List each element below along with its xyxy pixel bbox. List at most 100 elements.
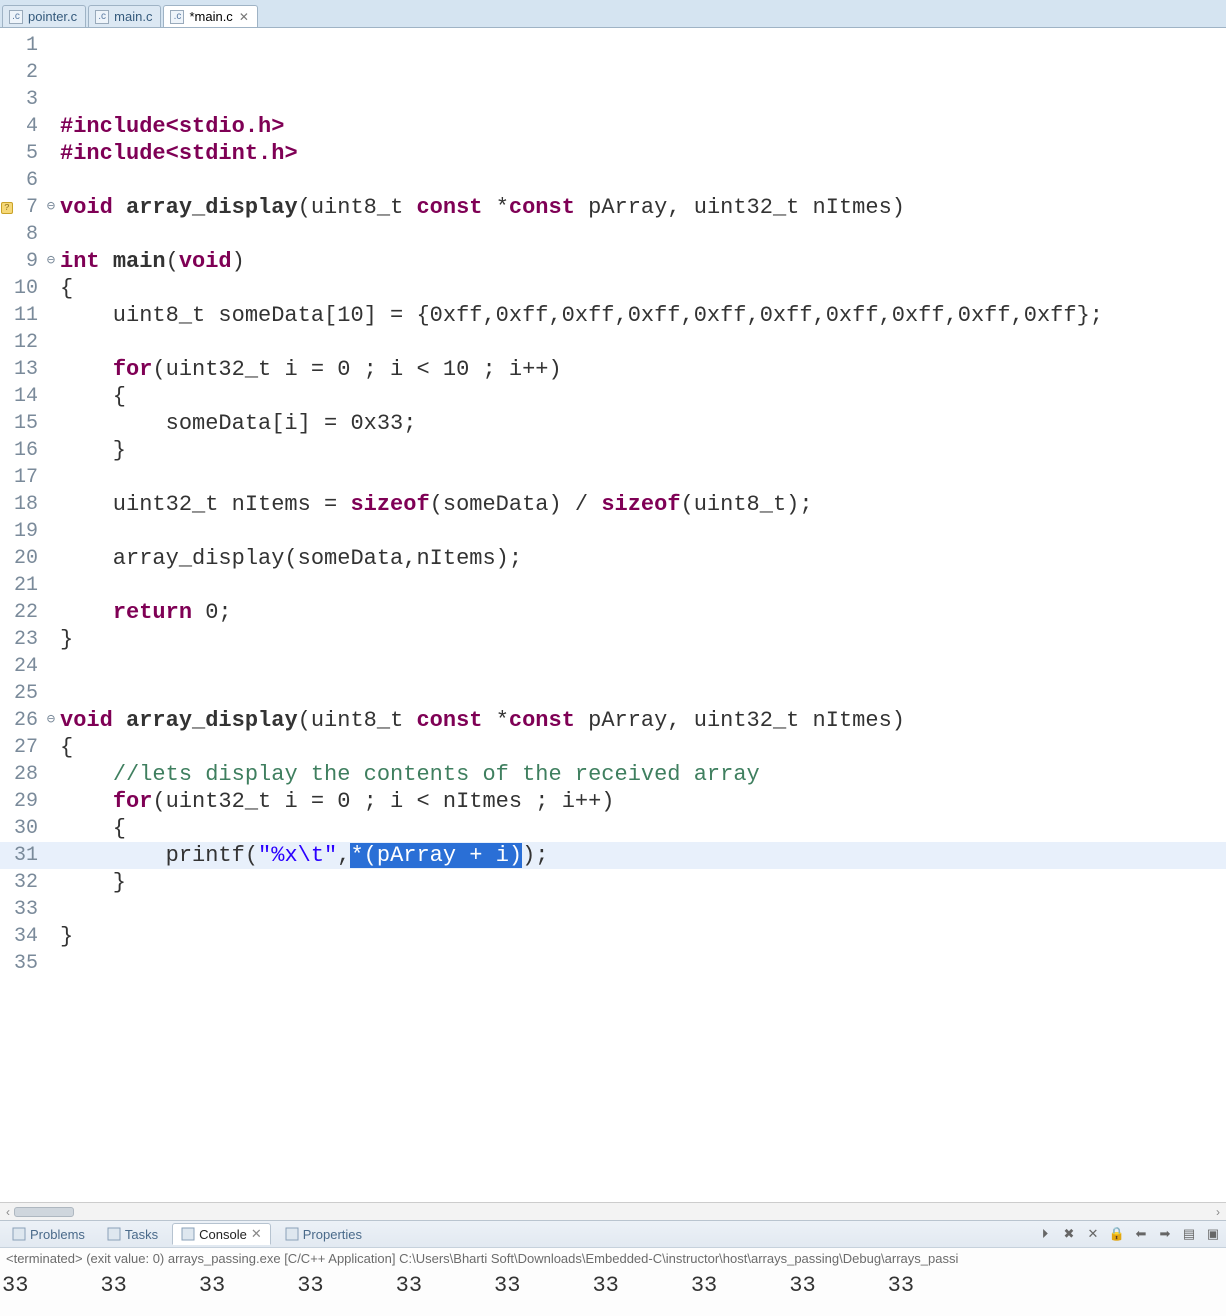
code-content[interactable] [58,950,60,977]
bottom-tab-tasks[interactable]: Tasks [99,1225,166,1244]
code-editor[interactable]: 1234#include<stdio.h>5#include<stdint.h>… [0,28,1226,1202]
code-line[interactable]: 2 [0,59,1226,86]
fold-toggle[interactable]: ⊖ [44,194,58,221]
editor-tab-0[interactable]: .cpointer.c [2,5,86,27]
editor-tab-1[interactable]: .cmain.c [88,5,161,27]
code-content[interactable] [58,518,60,545]
code-line[interactable]: 4#include<stdio.h> [0,113,1226,140]
close-icon[interactable]: ✕ [239,10,249,24]
code-content[interactable] [58,86,60,113]
code-content[interactable]: { [58,734,73,761]
code-line[interactable]: 22 return 0; [0,599,1226,626]
code-line[interactable]: 5#include<stdint.h> [0,140,1226,167]
code-content[interactable]: #include<stdio.h> [58,113,284,140]
code-content[interactable]: { [58,275,73,302]
bottom-tab-problems[interactable]: Problems [4,1225,93,1244]
gutter-marker [0,275,14,302]
code-line[interactable]: 24 [0,653,1226,680]
code-content[interactable]: } [58,923,73,950]
code-line[interactable]: 27{ [0,734,1226,761]
code-content[interactable] [58,59,60,86]
code-content[interactable] [58,896,60,923]
code-line[interactable]: 29 for(uint32_t i = 0 ; i < nItmes ; i++… [0,788,1226,815]
next-icon[interactable]: ➡ [1156,1225,1174,1243]
code-content[interactable]: printf("%x\t",*(pArray + i)); [58,842,549,869]
code-line[interactable]: 35 [0,950,1226,977]
code-line[interactable]: 28 //lets display the contents of the re… [0,761,1226,788]
code-content[interactable]: #include<stdint.h> [58,140,298,167]
code-line[interactable]: 20 array_display(someData,nItems); [0,545,1226,572]
bottom-tab-properties[interactable]: Properties [277,1225,370,1244]
code-content[interactable]: uint32_t nItems = sizeof(someData) / siz… [58,491,813,518]
code-content[interactable]: return 0; [58,599,232,626]
fold-toggle[interactable]: ⊖ [44,248,58,275]
code-content[interactable] [58,221,60,248]
console-value: 33 [100,1273,126,1298]
close-icon[interactable]: ✕ [251,1226,262,1242]
remove-all-icon[interactable]: ✖ [1060,1225,1078,1243]
code-line[interactable]: 31 printf("%x\t",*(pArray + i)); [0,842,1226,869]
code-line[interactable]: 30 { [0,815,1226,842]
code-content[interactable] [58,653,60,680]
code-content[interactable]: uint8_t someData[10] = {0xff,0xff,0xff,0… [58,302,1103,329]
prev-icon[interactable]: ⬅ [1132,1225,1150,1243]
code-line[interactable]: 1 [0,32,1226,59]
code-line[interactable]: 18 uint32_t nItems = sizeof(someData) / … [0,491,1226,518]
scroll-left-icon[interactable]: ‹ [6,1205,10,1219]
scroll-lock-icon[interactable]: 🔒 [1108,1225,1126,1243]
scroll-thumb[interactable] [14,1207,74,1217]
code-line[interactable]: 25 [0,680,1226,707]
fold-toggle [44,383,58,410]
code-line[interactable]: 8 [0,221,1226,248]
code-line[interactable]: 19 [0,518,1226,545]
code-line[interactable]: 14 { [0,383,1226,410]
code-content[interactable]: } [58,869,126,896]
code-content[interactable]: void array_display(uint8_t const *const … [58,194,905,221]
scroll-right-icon[interactable]: › [1216,1205,1220,1219]
bottom-tab-console[interactable]: Console ✕ [172,1223,271,1245]
code-line[interactable]: 11 uint8_t someData[10] = {0xff,0xff,0xf… [0,302,1226,329]
code-content[interactable]: void array_display(uint8_t const *const … [58,707,905,734]
editor-tab-2[interactable]: .c*main.c✕ [163,5,257,27]
code-line[interactable]: 16 } [0,437,1226,464]
code-line[interactable]: 15 someData[i] = 0x33; [0,410,1226,437]
code-content[interactable]: int main(void) [58,248,245,275]
code-content[interactable] [58,329,60,356]
code-content[interactable]: someData[i] = 0x33; [58,410,416,437]
code-line[interactable]: 32 } [0,869,1226,896]
code-line[interactable]: 13 for(uint32_t i = 0 ; i < 10 ; i++) [0,356,1226,383]
code-content[interactable]: } [58,626,73,653]
bottom-tab-label: Problems [30,1227,85,1242]
code-line[interactable]: 12 [0,329,1226,356]
pin-icon[interactable]: ⏵ [1036,1225,1054,1243]
code-line[interactable]: 33 [0,896,1226,923]
code-line[interactable]: 9⊖int main(void) [0,248,1226,275]
code-line[interactable]: 17 [0,464,1226,491]
code-line[interactable]: 34} [0,923,1226,950]
code-content[interactable]: for(uint32_t i = 0 ; i < 10 ; i++) [58,356,562,383]
code-content[interactable] [58,464,60,491]
code-line[interactable]: 10{ [0,275,1226,302]
code-line[interactable]: ?7⊖void array_display(uint8_t const *con… [0,194,1226,221]
code-line[interactable]: 23} [0,626,1226,653]
code-content[interactable]: } [58,437,126,464]
code-content[interactable] [58,167,60,194]
terminal-icon[interactable]: ▣ [1204,1225,1222,1243]
code-line[interactable]: 6 [0,167,1226,194]
code-content[interactable]: //lets display the contents of the recei… [58,761,760,788]
code-content[interactable]: array_display(someData,nItems); [58,545,522,572]
code-line[interactable]: 21 [0,572,1226,599]
fold-toggle[interactable]: ⊖ [44,707,58,734]
code-content[interactable] [58,32,60,59]
code-content[interactable]: { [58,383,126,410]
code-content[interactable]: for(uint32_t i = 0 ; i < nItmes ; i++) [58,788,615,815]
editor-horizontal-scrollbar[interactable]: ‹ › [0,1202,1226,1220]
code-content[interactable] [58,680,60,707]
remove-icon[interactable]: ✕ [1084,1225,1102,1243]
code-content[interactable] [58,572,60,599]
code-line[interactable]: 3 [0,86,1226,113]
code-content[interactable]: { [58,815,126,842]
console-toolbar: ⏵ ✖ ✕ 🔒 ⬅ ➡ ▤ ▣ [1036,1225,1222,1243]
code-line[interactable]: 26⊖void array_display(uint8_t const *con… [0,707,1226,734]
display-icon[interactable]: ▤ [1180,1225,1198,1243]
